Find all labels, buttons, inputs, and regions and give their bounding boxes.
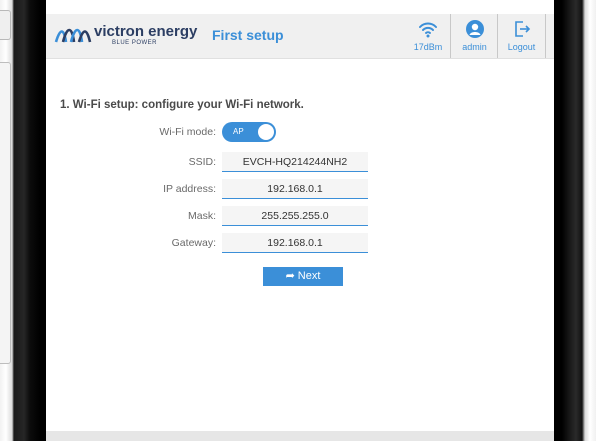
ssid-field[interactable]: EVCH-HQ214244NH2 xyxy=(222,152,368,172)
phone-frame-left xyxy=(0,0,46,441)
logout-button[interactable]: Logout xyxy=(497,14,546,58)
wifi-mode-label: Wi-Fi mode: xyxy=(159,126,216,138)
wifi-status[interactable]: 17dBm xyxy=(406,14,450,58)
brand-logo[interactable]: victron energy BLUE POWER xyxy=(54,22,198,50)
user-label: admin xyxy=(462,42,487,52)
phone-side-button xyxy=(0,62,11,364)
phone-side-button xyxy=(0,10,11,40)
toggle-knob xyxy=(258,124,274,140)
brand-tagline: BLUE POWER xyxy=(112,40,158,46)
mask-field[interactable]: 255.255.255.0 xyxy=(222,206,368,226)
next-button[interactable]: ➦ Next xyxy=(263,267,343,286)
app-screen: victron energy BLUE POWER First setup 17… xyxy=(46,0,554,431)
wifi-mode-toggle[interactable]: AP xyxy=(222,122,276,142)
wifi-icon xyxy=(419,22,437,38)
logout-icon xyxy=(514,21,530,37)
gateway-label: Gateway: xyxy=(171,237,216,249)
next-button-label: Next xyxy=(297,270,321,282)
header-bar: victron energy BLUE POWER First setup 17… xyxy=(46,14,554,59)
victron-wave-logo-icon xyxy=(54,28,92,43)
share-arrow-icon: ➦ xyxy=(285,270,295,282)
wifi-signal-label: 17dBm xyxy=(413,42,443,52)
user-icon xyxy=(465,20,484,38)
logout-label: Logout xyxy=(507,42,536,52)
user-menu[interactable]: admin xyxy=(450,14,498,58)
gateway-field[interactable]: 192.168.0.1 xyxy=(222,233,368,253)
wifi-mode-value: AP xyxy=(233,127,244,136)
mask-label: Mask: xyxy=(187,210,216,222)
ssid-label: SSID: xyxy=(188,156,216,168)
brand-name: victron energy xyxy=(94,23,198,40)
ip-address-field[interactable]: 192.168.0.1 xyxy=(222,179,368,199)
ip-address-label: IP address: xyxy=(163,183,216,195)
phone-frame-right xyxy=(554,0,596,441)
section-title: 1. Wi-Fi setup: configure your Wi-Fi net… xyxy=(60,99,304,111)
phone-frame-bottom xyxy=(46,431,554,441)
page-title: First setup xyxy=(212,27,284,43)
